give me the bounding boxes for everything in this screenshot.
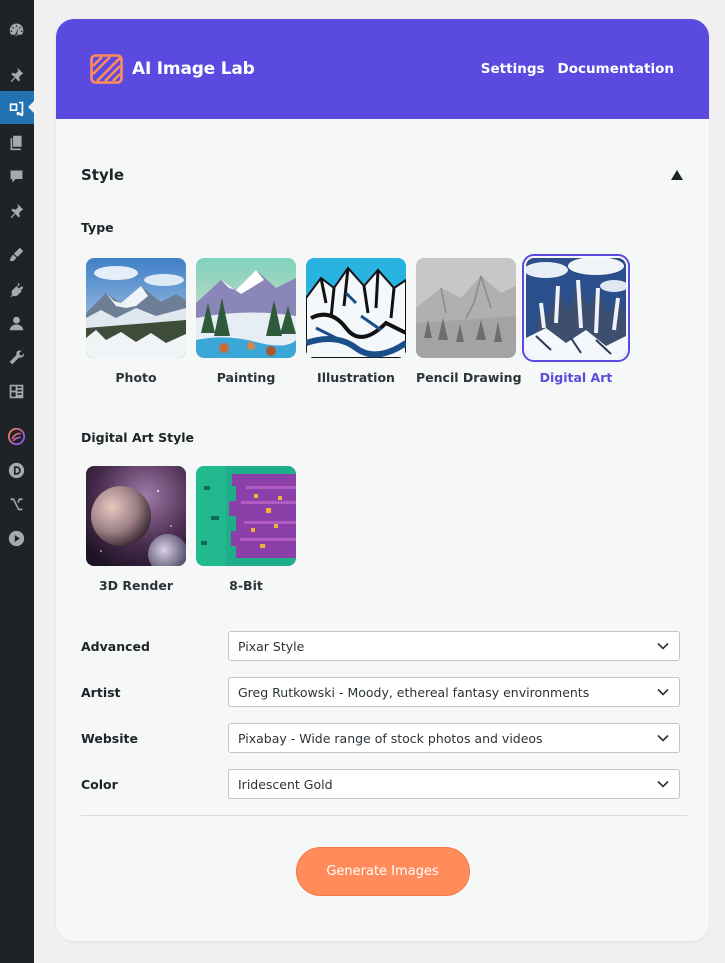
- settings-link[interactable]: Settings: [481, 61, 545, 77]
- header-nav: Settings Documentation: [481, 61, 674, 77]
- artist-select-value: Greg Rutkowski - Moody, ethereal fantasy…: [238, 684, 590, 700]
- advanced-select-value: Pixar Style: [238, 638, 305, 654]
- type-label-photo: Photo: [115, 370, 157, 385]
- type-option-photo[interactable]: Photo: [86, 258, 186, 385]
- section-title: Style: [81, 166, 125, 184]
- tools-icon[interactable]: [7, 348, 25, 366]
- digital-art-style-options: 3D Render 8-Bit: [81, 466, 684, 593]
- chevron-down-icon: [657, 642, 669, 650]
- plugin-arrows-icon[interactable]: [7, 494, 25, 512]
- pin-icon[interactable]: [7, 65, 25, 83]
- users-icon[interactable]: [7, 314, 25, 332]
- panel-header: AI Image Lab Settings Documentation: [56, 19, 709, 119]
- style-label-8-bit: 8-Bit: [229, 578, 263, 593]
- plugins-icon[interactable]: [7, 280, 25, 298]
- type-label-illustration: Illustration: [317, 370, 395, 385]
- appearance-icon[interactable]: [7, 245, 25, 263]
- advanced-field: Advanced Pixar Style: [81, 631, 684, 661]
- style-label-3d-render: 3D Render: [98, 578, 174, 593]
- website-label: Website: [81, 730, 138, 746]
- pin-icon[interactable]: [7, 201, 25, 219]
- color-label: Color: [81, 776, 118, 792]
- digital-art-thumbnail: [522, 254, 630, 362]
- style-option-3d-render[interactable]: 3D Render: [86, 466, 186, 593]
- 8-bit-thumbnail: [196, 466, 296, 566]
- chevron-down-icon: [657, 780, 669, 788]
- brand-name: AI Image Lab: [132, 59, 255, 79]
- chevron-down-icon: [657, 734, 669, 742]
- ai-image-lab-panel: AI Image Lab Settings Documentation Styl…: [56, 19, 709, 941]
- 3d-render-thumbnail: [86, 466, 186, 566]
- sidebar-active-arrow: [28, 101, 34, 113]
- type-label-painting: Painting: [216, 370, 276, 385]
- pages-icon[interactable]: [7, 133, 25, 151]
- type-option-digital-art[interactable]: Digital Art: [522, 254, 630, 385]
- illustration-thumbnail: [306, 258, 406, 358]
- play-icon[interactable]: [7, 529, 25, 547]
- type-label: Type: [81, 220, 114, 235]
- generate-images-button[interactable]: Generate Images: [295, 847, 470, 896]
- plugin-d-icon[interactable]: [7, 461, 25, 479]
- advanced-select[interactable]: Pixar Style: [228, 631, 680, 661]
- color-field: Color Iridescent Gold: [81, 769, 684, 799]
- photo-thumbnail: [86, 258, 186, 358]
- digital-art-style-label: Digital Art Style: [81, 430, 194, 445]
- painting-thumbnail: [196, 258, 296, 358]
- artist-field: Artist Greg Rutkowski - Moody, ethereal …: [81, 677, 684, 707]
- artist-select[interactable]: Greg Rutkowski - Moody, ethereal fantasy…: [228, 677, 680, 707]
- style-section-header: Style Type: [81, 119, 684, 235]
- color-select[interactable]: Iridescent Gold: [228, 769, 680, 799]
- pencil-drawing-thumbnail: [416, 258, 516, 358]
- type-option-painting[interactable]: Painting: [196, 258, 296, 385]
- type-option-illustration[interactable]: Illustration: [306, 258, 406, 385]
- style-option-8-bit[interactable]: 8-Bit: [196, 466, 296, 593]
- type-label-pencil-drawing: Pencil Drawing: [416, 370, 522, 385]
- website-select[interactable]: Pixabay - Wide range of stock photos and…: [228, 723, 680, 753]
- settings-icon[interactable]: [7, 382, 25, 400]
- plugin-swirl-icon[interactable]: [7, 427, 25, 445]
- dashboard-icon[interactable]: [7, 20, 25, 38]
- documentation-link[interactable]: Documentation: [558, 61, 674, 77]
- admin-sidebar: [0, 0, 34, 963]
- website-field: Website Pixabay - Wide range of stock ph…: [81, 723, 684, 753]
- divider: [81, 815, 687, 816]
- panel-body: Style Type Photo Painting Illustration P…: [56, 119, 709, 896]
- advanced-label: Advanced: [81, 638, 150, 654]
- artist-label: Artist: [81, 684, 121, 700]
- comments-icon[interactable]: [7, 167, 25, 185]
- ai-image-lab-logo-icon: [90, 54, 123, 84]
- color-select-value: Iridescent Gold: [238, 776, 333, 792]
- type-option-pencil-drawing[interactable]: Pencil Drawing: [416, 258, 522, 385]
- chevron-down-icon: [657, 688, 669, 696]
- media-icon[interactable]: [7, 99, 25, 117]
- type-options: Photo Painting Illustration Pencil Drawi…: [81, 254, 684, 385]
- website-select-value: Pixabay - Wide range of stock photos and…: [238, 730, 543, 746]
- advanced-options: Advanced Pixar Style Artist Greg Rutkows…: [81, 631, 684, 799]
- collapse-caret-up-icon[interactable]: [670, 169, 684, 181]
- generate-container: Generate Images: [81, 847, 684, 896]
- type-label-digital-art: Digital Art: [539, 370, 613, 385]
